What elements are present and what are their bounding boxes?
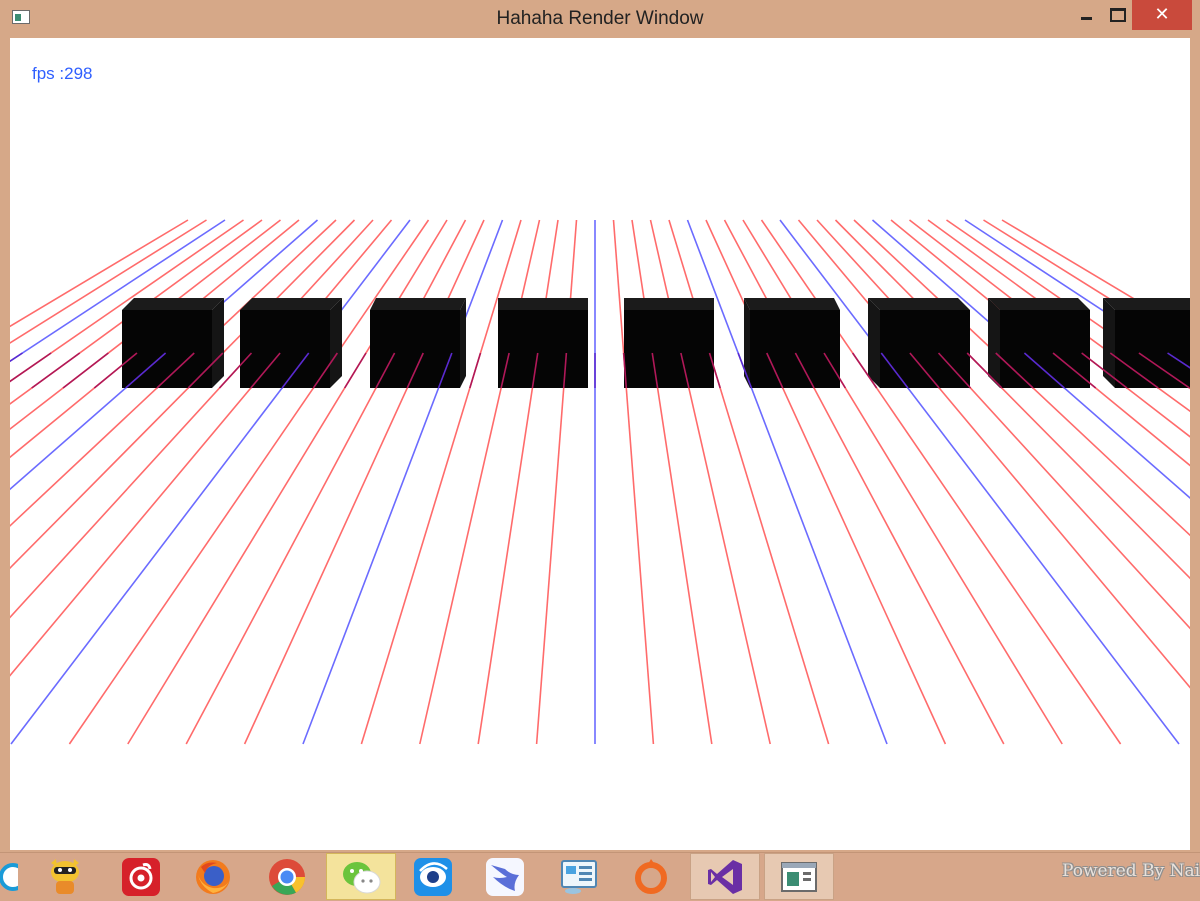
cube [122,298,224,388]
grid-line-over-cube [31,352,81,389]
scene-canvas [10,219,1190,745]
taskbar-item-netease-music[interactable] [106,853,176,900]
maximize-icon [1110,8,1126,22]
title-bar[interactable]: Hahaha Render Window ✕ [0,0,1200,38]
cube [988,298,1090,388]
taskbar-item-origin[interactable] [616,853,686,900]
minimize-button[interactable] [1068,0,1104,30]
close-icon: ✕ [1154,4,1170,25]
browser-partial-icon [0,862,18,891]
eye-app-icon [414,857,452,896]
grid-line-over-cube [469,352,482,389]
taskbar-item-render-window[interactable] [764,853,834,900]
taskbar-item-visual-studio[interactable] [690,853,760,900]
cube [498,298,588,388]
control-panel-icon [561,859,597,894]
cube [624,298,714,388]
cube [744,298,840,388]
render-window-icon [781,861,817,892]
taskbar-item-browser[interactable] [0,853,18,900]
render-window: Hahaha Render Window ✕ fps :298 [0,0,1200,852]
origin-icon [635,858,667,894]
grid-line-over-cube [343,352,367,389]
cube [370,298,466,388]
grid-line [68,219,430,745]
window-title: Hahaha Render Window [496,8,704,29]
minimize-icon [1080,16,1092,20]
wechat-icon [343,861,381,893]
taskbar-item-wechat[interactable] [326,853,396,900]
taskbar-item-control-panel[interactable] [544,853,614,900]
chrome-icon [269,858,305,895]
netease-music-icon [122,857,160,896]
close-button[interactable]: ✕ [1132,0,1192,30]
swift-bird-icon [486,857,524,896]
visual-studio-icon [708,859,742,894]
taskbar: Powered By NaiSaD [0,852,1200,901]
grid-line-over-cube [10,352,52,383]
raccoon-mascot-icon [51,858,79,894]
taskbar-item-raccoon[interactable] [30,853,100,900]
grid-line-over-cube [10,352,23,363]
taskbar-item-eye-app[interactable] [398,853,468,900]
render-viewport[interactable]: fps :298 [10,38,1190,850]
firefox-icon [196,859,230,894]
taskbar-item-chrome[interactable] [252,853,322,900]
taskbar-item-swift[interactable] [470,853,540,900]
cube [1103,298,1190,388]
cube [868,298,970,388]
taskbar-item-firefox[interactable] [178,853,248,900]
fps-counter: fps :298 [32,64,93,83]
cube [240,298,342,388]
powered-by-watermark: Powered By NaiSaD [1062,861,1200,881]
maximize-button[interactable] [1104,0,1132,30]
